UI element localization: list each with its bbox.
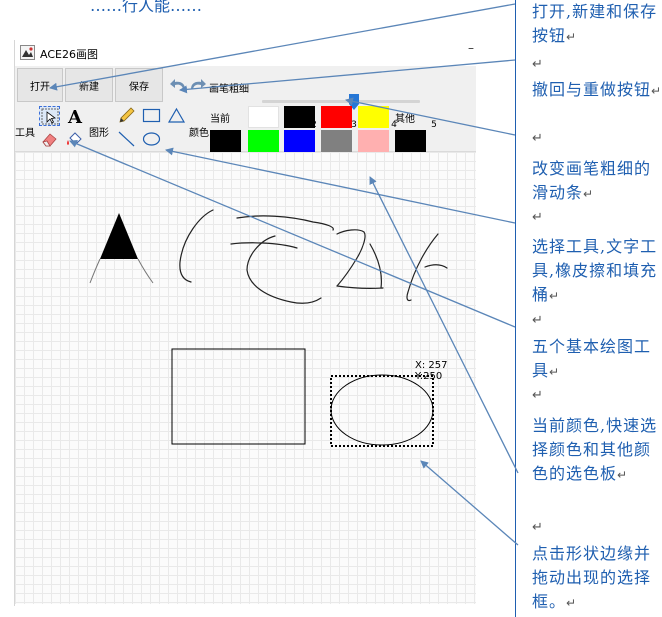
annotation-panel: 打开,新建和保存按钮↵ ↵ 撤回与重做按钮↵ ↵ 改变画笔粗细的滑动条↵ ↵ 选… (515, 0, 662, 617)
line-tool[interactable] (116, 129, 137, 149)
note-text: 撤回与重做按钮 (532, 80, 652, 99)
note-pen-slider: 改变画笔粗细的滑动条↵ (532, 157, 662, 206)
fill-bucket-tool[interactable] (65, 129, 86, 149)
note-selection-box: 点击形状边缘并拖动出现的选择框。↵ (532, 542, 662, 615)
return-mark: ↵ (549, 365, 561, 379)
redo-icon[interactable] (191, 79, 206, 89)
drawn-rectangle[interactable] (171, 348, 306, 445)
ellipse-tool[interactable] (141, 129, 162, 149)
triangle-tool[interactable] (166, 106, 187, 126)
color-swatch[interactable] (321, 130, 352, 152)
text-tool[interactable]: A (65, 106, 86, 126)
undo-redo-group (169, 77, 209, 93)
color-swatch[interactable] (321, 106, 352, 128)
triangle-icon (167, 107, 186, 123)
other-colors-label[interactable]: 其他 (395, 110, 415, 125)
return-mark: ↵ (532, 131, 543, 146)
color-swatch[interactable] (284, 106, 315, 128)
return-mark: ↵ (532, 388, 543, 403)
line-icon (118, 131, 135, 147)
minimize-button[interactable]: – (468, 41, 474, 55)
svg-text:A: A (67, 107, 83, 126)
eraser-tool[interactable] (39, 129, 60, 149)
paint-app-window: ACE26画图 – 打开 新建 保存 画笔粗细 1 2 3 (14, 40, 476, 606)
return-mark: ↵ (566, 30, 578, 44)
color-label: 颜色 (189, 128, 209, 139)
title-bar: ACE26画图 – (15, 40, 476, 66)
color-swatch[interactable] (358, 106, 389, 128)
slider-tick-label: 5 (431, 120, 437, 130)
return-mark: ↵ (566, 596, 578, 610)
eraser-icon (42, 133, 57, 147)
note-select-tools: 选择工具,文字工具,橡皮擦和填充桶↵ (532, 235, 662, 308)
selection-icon (41, 108, 59, 125)
pencil-icon (119, 107, 135, 123)
undo-icon[interactable] (170, 79, 185, 89)
color-swatch[interactable] (395, 130, 426, 152)
drawn-stroke[interactable] (89, 258, 154, 284)
pen-width-label: 画笔粗细 (209, 84, 249, 95)
drawn-ellipse[interactable] (330, 374, 434, 446)
note-file-buttons: 打开,新建和保存按钮↵ (532, 0, 662, 49)
rectangle-icon (142, 108, 161, 123)
select-tool[interactable] (39, 106, 60, 126)
slider-track[interactable] (262, 100, 420, 103)
new-button[interactable]: 新建 (65, 68, 113, 102)
return-mark: ↵ (532, 210, 543, 225)
shapes-label: 图形 (89, 128, 109, 139)
note-undo-redo: 撤回与重做按钮↵ (532, 78, 662, 103)
note-text: 打开,新建和保存按钮 (532, 2, 658, 45)
save-button[interactable]: 保存 (115, 68, 163, 102)
rectangle-tool[interactable] (141, 106, 162, 126)
app-icon (20, 45, 35, 60)
text-a-icon: A (67, 107, 83, 126)
drawn-triangle[interactable] (100, 213, 138, 259)
color-swatch[interactable] (248, 106, 279, 128)
return-mark: ↵ (532, 313, 543, 328)
note-text: 点击形状边缘并拖动出现的选择框。 (532, 544, 652, 611)
toolbar: 打开 新建 保存 画笔粗细 1 2 3 4 5 (15, 66, 476, 152)
note-colors: 当前颜色,快速选择颜色和其他颜色的选色板↵ (532, 414, 662, 487)
current-color-swatch (210, 130, 241, 152)
open-button[interactable]: 打开 (17, 68, 63, 102)
return-mark: ↵ (532, 57, 543, 72)
tools-label: 工具 (15, 128, 35, 139)
drawing-canvas[interactable]: X: 257 Y:250 (15, 152, 476, 604)
return-mark: ↵ (532, 520, 543, 535)
current-color-label: 当前 (210, 114, 230, 125)
freehand-strokes[interactable] (179, 209, 448, 304)
ellipse-icon (142, 132, 161, 146)
return-mark: ↵ (583, 187, 595, 201)
coordinate-readout: X: 257 Y:250 (415, 360, 448, 382)
top-cut-text: ……行人能…… (90, 0, 203, 15)
pencil-tool[interactable] (116, 106, 137, 126)
color-swatch[interactable] (358, 130, 389, 152)
window-title: ACE26画图 (40, 48, 98, 61)
return-mark: ↵ (549, 289, 561, 303)
note-text: 当前颜色,快速选择颜色和其他颜色的选色板 (532, 416, 658, 483)
color-swatch[interactable] (248, 130, 279, 152)
return-mark: ↵ (617, 468, 629, 482)
return-mark: ↵ (651, 84, 662, 98)
color-swatch[interactable] (284, 130, 315, 152)
note-shape-tools: 五个基本绘图工具↵ (532, 335, 662, 384)
paint-bucket-icon (67, 132, 82, 145)
